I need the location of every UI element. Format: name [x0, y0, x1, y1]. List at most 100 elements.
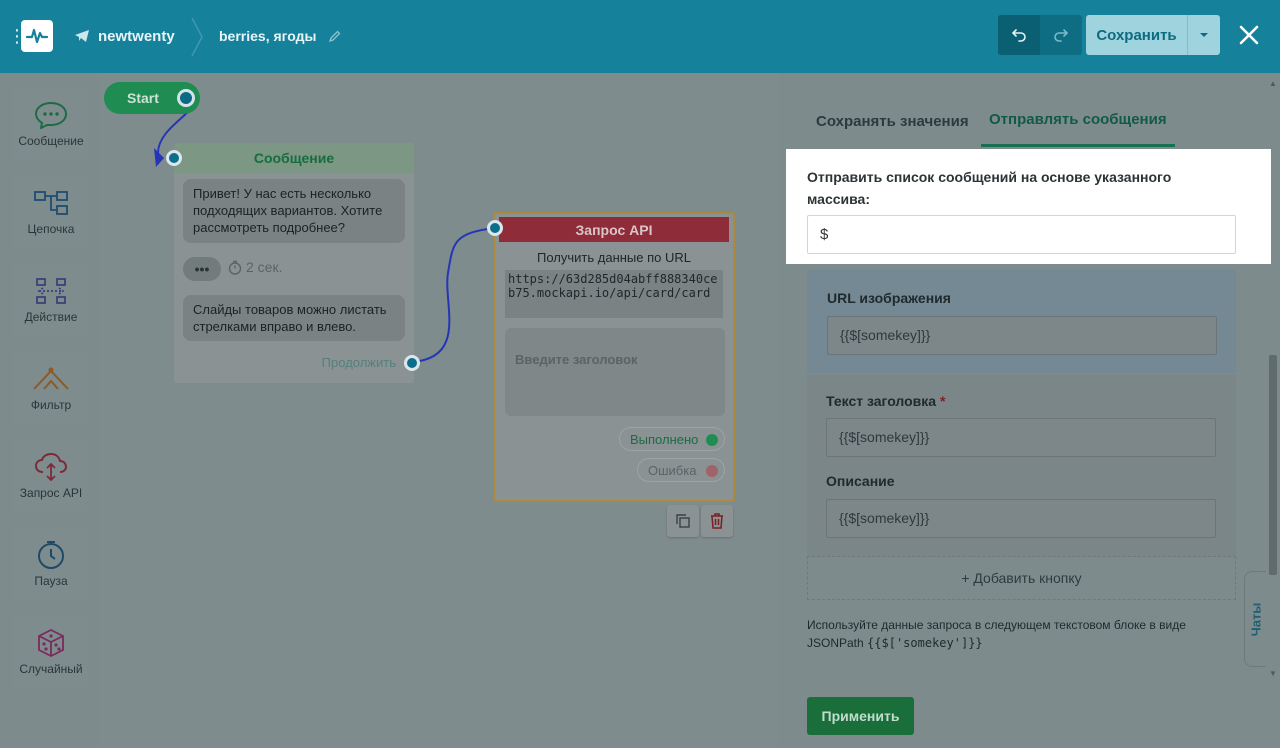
- breadcrumb-separator: [191, 18, 203, 56]
- palette-item-chain[interactable]: Цепочка: [13, 176, 89, 248]
- telegram-icon: [74, 29, 90, 43]
- redo-button[interactable]: [1040, 15, 1082, 55]
- title-text-label-text: Текст заголовка: [826, 393, 937, 409]
- array-source-input[interactable]: $: [807, 215, 1236, 254]
- chevron-down-icon: [1200, 33, 1208, 37]
- description-label: Описание: [826, 473, 895, 489]
- add-button-button[interactable]: + Добавить кнопку: [807, 556, 1236, 600]
- scroll-up-icon[interactable]: ▲: [1269, 79, 1277, 88]
- card-text-section: Текст заголовка * {{$[somekey]}} Описани…: [807, 375, 1236, 557]
- bot-name: newtwenty: [98, 27, 175, 45]
- message-node[interactable]: Сообщение Привет! У нас есть несколько п…: [166, 143, 420, 383]
- error-output[interactable]: Ошибка: [637, 458, 725, 482]
- trash-icon: [711, 513, 723, 529]
- chats-tab-label: Чаты: [1248, 602, 1263, 636]
- message-node-title: Сообщение: [174, 143, 414, 173]
- close-icon: [1239, 25, 1259, 45]
- undo-button[interactable]: [998, 15, 1040, 55]
- description-input[interactable]: {{$[somekey]}}: [826, 499, 1216, 538]
- undo-redo-group: [998, 15, 1082, 55]
- palette-item-message[interactable]: Сообщение: [13, 88, 89, 160]
- palette-item-label: Действие: [24, 310, 78, 324]
- save-dropdown-button[interactable]: [1188, 15, 1220, 55]
- chats-side-tab[interactable]: Чаты: [1244, 571, 1266, 667]
- error-output-port[interactable]: [706, 465, 718, 477]
- success-output[interactable]: Выполнено: [619, 427, 725, 451]
- chain-icon: [34, 188, 68, 218]
- top-bar: ⋮ newtwenty berries, ягоды Сохранить: [0, 0, 1280, 73]
- array-source-label: Отправить список сообщений на основе ука…: [807, 169, 1172, 207]
- menu-dots-icon[interactable]: ⋮: [8, 24, 26, 48]
- api-input-port[interactable]: [487, 220, 503, 236]
- success-output-port[interactable]: [706, 434, 718, 446]
- success-label: Выполнено: [630, 431, 699, 447]
- palette-item-api[interactable]: Запрос API: [13, 440, 89, 512]
- timer-icon: [228, 260, 242, 275]
- palette-item-action[interactable]: Действие: [13, 264, 89, 336]
- filter-icon: [32, 364, 70, 394]
- api-url: https://63d285d04abff888340ceb75.mockapi…: [505, 270, 723, 318]
- palette-item-label: Запрос API: [19, 486, 83, 500]
- delay-indicator: 2 сек.: [228, 259, 282, 275]
- palette-item-label: Фильтр: [30, 398, 72, 412]
- hint-text: Используйте данные запроса в следующем т…: [807, 618, 1186, 650]
- pulse-icon: [26, 28, 48, 44]
- close-button[interactable]: [1236, 22, 1262, 48]
- palette-item-label: Пауза: [34, 574, 68, 588]
- save-button-group: Сохранить: [1086, 15, 1220, 55]
- start-label: Start: [127, 90, 159, 106]
- palette-item-pause[interactable]: Пауза: [13, 528, 89, 600]
- continue-output-port[interactable]: [404, 355, 420, 371]
- hint-code: {{$['somekey']}}: [867, 636, 983, 650]
- redo-icon: [1054, 29, 1069, 42]
- jsonpath-hint: Используйте данные запроса в следующем т…: [807, 616, 1227, 652]
- api-node-subtitle: Получить данные по URL: [537, 250, 691, 265]
- api-title-placeholder[interactable]: Введите заголовок: [505, 328, 725, 416]
- block-palette: Сообщение Цепочка Действие Фильтр Запрос…: [0, 73, 98, 748]
- api-node-title: Запрос API: [499, 217, 729, 242]
- tab-send-messages[interactable]: Отправлять сообщения: [981, 111, 1175, 147]
- flow-title[interactable]: berries, ягоды: [219, 26, 341, 46]
- palette-item-label: Цепочка: [27, 222, 75, 236]
- app-logo[interactable]: [21, 20, 53, 52]
- palette-item-label: Сообщение: [18, 134, 84, 148]
- continue-label: Продолжить: [321, 355, 396, 370]
- card-image-section: URL изображения {{$[somekey]}}: [807, 270, 1236, 373]
- delay-text: 2 сек.: [246, 259, 283, 275]
- flow-name: berries, ягоды: [219, 28, 317, 44]
- action-icon: [35, 276, 67, 306]
- copy-node-button[interactable]: [667, 505, 699, 537]
- save-button[interactable]: Сохранить: [1086, 15, 1188, 55]
- start-node[interactable]: Start: [104, 82, 200, 114]
- image-url-input[interactable]: {{$[somekey]}}: [827, 316, 1217, 355]
- undo-icon: [1011, 29, 1026, 42]
- palette-item-filter[interactable]: Фильтр: [13, 352, 89, 424]
- palette-item-label: Случайный: [19, 662, 83, 676]
- bot-selector[interactable]: newtwenty: [74, 26, 175, 46]
- copy-icon: [676, 514, 690, 528]
- chat-bubble-icon: [34, 100, 68, 130]
- required-mark: *: [939, 393, 946, 409]
- apply-button[interactable]: Применить: [807, 697, 914, 735]
- pencil-icon[interactable]: [328, 30, 341, 42]
- flow-canvas[interactable]: Start Сообщение Привет! У нас есть неско…: [98, 73, 779, 748]
- title-text-input[interactable]: {{$[somekey]}}: [826, 418, 1216, 457]
- message-bubble[interactable]: Слайды товаров можно листать стрелками в…: [183, 295, 405, 341]
- typing-indicator[interactable]: •••: [183, 257, 221, 281]
- image-url-label: URL изображения: [827, 290, 951, 306]
- palette-item-random[interactable]: Случайный: [13, 616, 89, 688]
- message-input-port[interactable]: [166, 150, 182, 166]
- cloud-api-icon: [34, 452, 68, 482]
- array-source-section: Отправить список сообщений на основе ука…: [786, 149, 1271, 264]
- dice-icon: [36, 628, 66, 658]
- start-output-port[interactable]: [177, 89, 195, 107]
- node-toolbar: [667, 505, 733, 537]
- clock-icon: [36, 540, 66, 570]
- tab-save-values[interactable]: Сохранять значения: [816, 111, 969, 147]
- delete-node-button[interactable]: [701, 505, 733, 537]
- title-text-label: Текст заголовка *: [826, 393, 945, 409]
- message-bubble[interactable]: Привет! У нас есть несколько подходящих …: [183, 179, 405, 243]
- scrollbar-thumb[interactable]: [1269, 355, 1277, 575]
- api-request-node[interactable]: Запрос API Получить данные по URL https:…: [487, 212, 735, 502]
- scroll-down-icon[interactable]: ▼: [1269, 669, 1277, 678]
